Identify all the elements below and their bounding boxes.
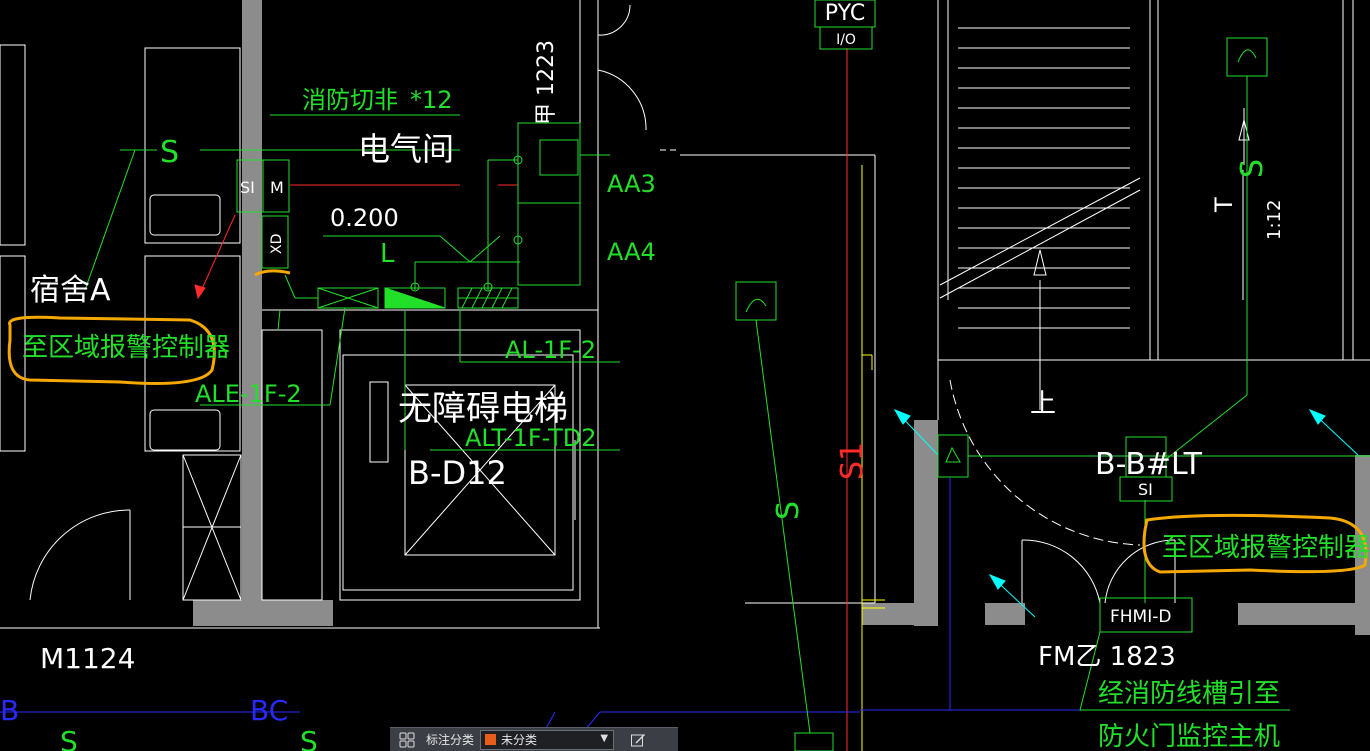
label-ale: ALE-1F-2 <box>195 380 302 408</box>
label-fire-cutoff: 消防切非 <box>302 86 398 114</box>
label-elec-room: 电气间 <box>358 130 454 168</box>
label-bc: BC <box>250 694 288 727</box>
label-al: AL-1F-2 <box>505 336 596 364</box>
label-xd: XD <box>269 234 285 254</box>
label-si: SI <box>240 178 255 197</box>
label-io: I/O <box>836 32 856 48</box>
label-m: M <box>270 178 284 197</box>
label-s-right: S <box>1235 159 1270 178</box>
label-to-alarm-left: 至区域报警控制器 <box>22 333 230 363</box>
label-s1: S1 <box>835 442 870 480</box>
label-ratio: 1:12 <box>1264 200 1285 240</box>
label-pyc: PYC <box>825 1 865 26</box>
label-s-bottom-2: S <box>300 725 318 751</box>
annotation-category-toolbar: 标注分类 未分类 ▼ <box>390 727 678 751</box>
label-alt: ALT-1F-TD2 <box>465 424 597 452</box>
label-route-2: 防火门监控主机 <box>1098 722 1280 751</box>
label-up-bottom: 上 <box>1030 389 1056 419</box>
label-fhmi: FHMI-D <box>1110 607 1171 627</box>
label-to-alarm-right: 至区域报警控制器 <box>1162 533 1370 563</box>
label-s-vertical: S <box>771 501 806 520</box>
label-aa3: AA3 <box>607 170 656 198</box>
category-label: 标注分类 <box>426 733 475 747</box>
label-elev-0200: 0.200 <box>330 204 399 232</box>
label-count-12: *12 <box>410 86 453 114</box>
label-b-b-lt: B-B#LT <box>1095 447 1203 482</box>
label-s-left: S <box>160 135 179 170</box>
label-dorm-a: 宿舍A <box>30 273 111 308</box>
label-s-bottom-1: S <box>60 725 78 751</box>
category-select[interactable]: 未分类 ▼ <box>480 729 615 750</box>
label-b-left: B <box>0 694 19 727</box>
label-l-mid: L <box>380 239 395 269</box>
cad-drawing-canvas[interactable]: PYC I/O 甲 1223 消防切非 *12 电气间 S SI M XD 0.… <box>0 0 1370 751</box>
chevron-down-icon: ▼ <box>600 732 609 744</box>
label-route-1: 经消防线槽引至 <box>1098 679 1280 709</box>
edit-icon[interactable] <box>628 730 648 750</box>
label-m1124: M1124 <box>40 642 135 675</box>
label-b-d12: B-D12 <box>408 454 507 492</box>
label-door-1223: 甲 1223 <box>534 40 559 125</box>
label-si-right: SI <box>1138 480 1153 499</box>
category-value: 未分类 <box>501 733 538 747</box>
label-up-t: T <box>1210 197 1238 213</box>
grid-icon[interactable] <box>398 731 416 749</box>
label-aa4: AA4 <box>607 238 656 266</box>
category-color-swatch <box>485 734 497 745</box>
label-barrier-free-lift: 无障碍电梯 <box>398 389 568 429</box>
label-fm-door: FM乙 1823 <box>1038 642 1176 672</box>
